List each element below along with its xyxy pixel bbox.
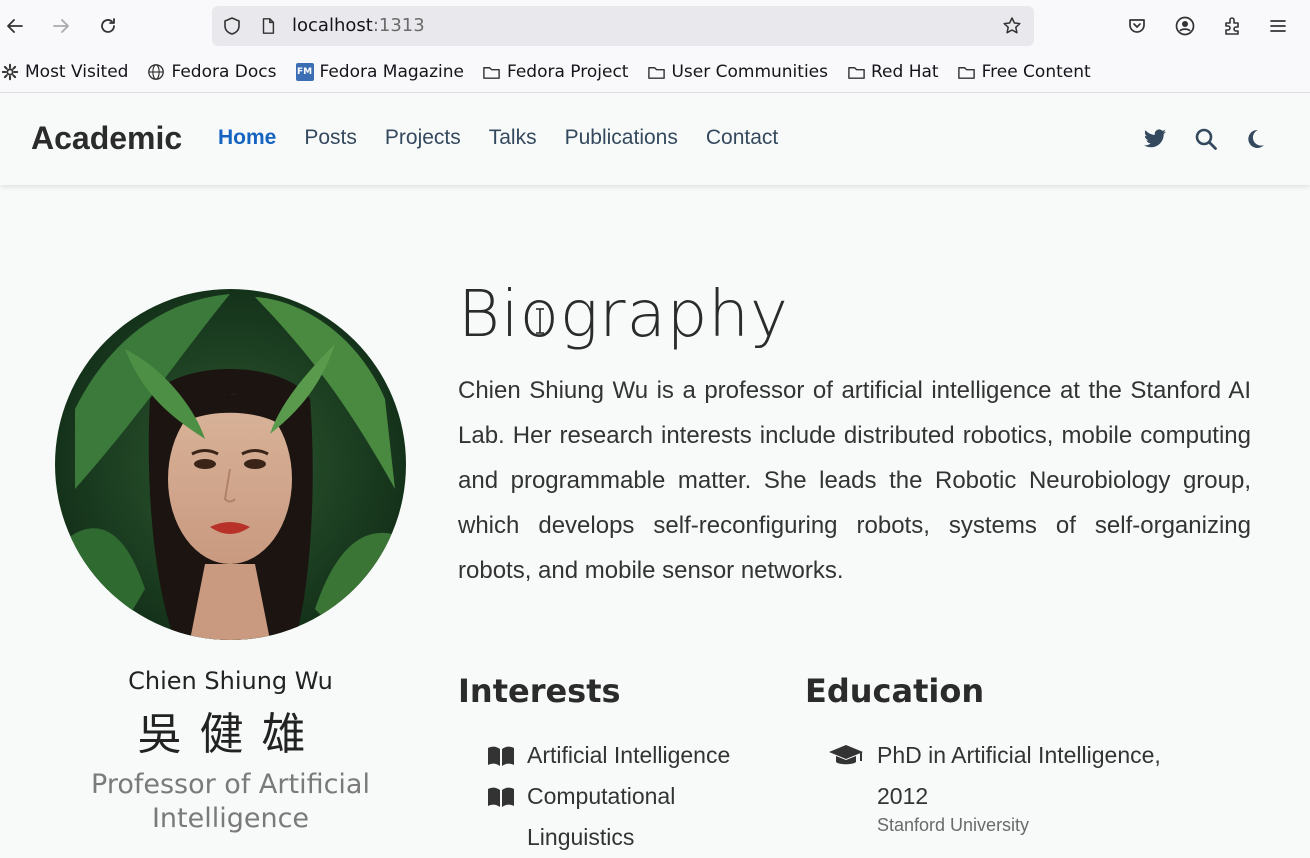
- account-button[interactable]: [1170, 11, 1200, 41]
- avatar: [55, 289, 406, 640]
- bookmark-label: Most Visited: [25, 62, 129, 82]
- biography-heading: Biography: [458, 278, 789, 352]
- bookmark-label: Fedora Docs: [171, 62, 277, 82]
- interests-list: Artificial Intelligence Computational Li…: [487, 735, 787, 858]
- search-button[interactable]: [1191, 124, 1221, 154]
- globe-icon: [146, 62, 166, 82]
- hamburger-icon: [1270, 20, 1286, 32]
- fm-badge: FM: [295, 63, 314, 81]
- reload-icon: [101, 18, 115, 33]
- education-course: PhD in Artificial Intelligence, 2012: [877, 742, 1161, 809]
- interests-heading: Interests: [458, 672, 621, 710]
- interest-item: Computational Linguistics: [487, 776, 787, 858]
- search-icon: [1195, 128, 1217, 150]
- folder-icon: [482, 62, 502, 82]
- bookmark-label: Free Content: [981, 62, 1091, 82]
- education-item: PhD in Artificial Intelligence, 2012 Sta…: [828, 735, 1228, 837]
- theme-toggle-button[interactable]: [1240, 124, 1270, 154]
- bookmark-label: Fedora Project: [506, 62, 629, 82]
- bookmark-red-hat[interactable]: Red Hat: [846, 62, 939, 82]
- education-list: PhD in Artificial Intelligence, 2012 Sta…: [828, 735, 1228, 837]
- reload-button[interactable]: [93, 11, 123, 41]
- bookmark-user-communities[interactable]: User Communities: [646, 62, 828, 82]
- nav-link-home[interactable]: Home: [218, 126, 276, 150]
- interest-label: Artificial Intelligence: [527, 742, 731, 768]
- profile-name: Chien Shiung Wu: [128, 667, 333, 695]
- biography-text: Chien Shiung Wu is a professor of artifi…: [458, 377, 1251, 584]
- site-navbar: Academic Home Posts Projects Talks Publi…: [0, 93, 1310, 185]
- url-text[interactable]: localhost:1313: [292, 16, 425, 36]
- nav-link-projects[interactable]: Projects: [385, 126, 461, 150]
- bookmark-label: Fedora Magazine: [319, 62, 464, 82]
- moon-icon: [1248, 129, 1264, 148]
- nav-link-publications[interactable]: Publications: [565, 126, 678, 150]
- bookmark-label: User Communities: [671, 62, 828, 82]
- text-cursor-icon: [536, 308, 544, 334]
- main-nav: Home Posts Projects Talks Publications C…: [218, 126, 806, 150]
- folder-icon: [957, 62, 977, 82]
- bookmark-label: Red Hat: [871, 62, 939, 82]
- bookmark-fedora-docs[interactable]: Fedora Docs: [146, 62, 277, 82]
- avatar-photo: [55, 289, 406, 640]
- nav-link-talks[interactable]: Talks: [489, 126, 537, 150]
- education-heading: Education: [805, 672, 985, 710]
- pocket-icon: [1129, 19, 1145, 33]
- account-icon: [1175, 16, 1195, 36]
- fedora-magazine-icon: FM: [295, 62, 315, 82]
- twitter-icon: [1144, 129, 1166, 148]
- browser-toolbar: localhost:1313: [0, 0, 1310, 52]
- bookmark-most-visited[interactable]: Most Visited: [0, 62, 128, 82]
- url-port: :1313: [372, 15, 425, 36]
- bookmark-fedora-magazine[interactable]: FM Fedora Magazine: [295, 62, 464, 82]
- menu-button[interactable]: [1263, 11, 1293, 41]
- book-icon: [487, 735, 517, 776]
- bookmarks-bar: Most Visited Fedora Docs FM Fedora Magaz…: [0, 52, 1310, 93]
- gear-icon: [0, 62, 20, 82]
- forward-button[interactable]: [46, 11, 76, 41]
- nav-link-contact[interactable]: Contact: [706, 126, 778, 150]
- twitter-button[interactable]: [1140, 124, 1170, 154]
- url-host: localhost: [292, 15, 373, 36]
- bookmark-free-content[interactable]: Free Content: [957, 62, 1091, 82]
- interest-label: Computational Linguistics: [527, 783, 676, 850]
- nav-link-posts[interactable]: Posts: [304, 126, 357, 150]
- profile-role: Professor of Artificial Intelligence: [91, 769, 370, 834]
- site-brand[interactable]: Academic: [31, 120, 182, 157]
- bookmark-star-icon[interactable]: [1002, 16, 1022, 36]
- profile-name-cjk: 吳健雄: [137, 709, 324, 760]
- bookmark-fedora-project[interactable]: Fedora Project: [482, 62, 628, 82]
- book-icon: [487, 776, 517, 817]
- arrow-left-icon: [7, 19, 23, 33]
- interest-item: Artificial Intelligence: [487, 735, 787, 776]
- education-institution: Stanford University: [877, 815, 1030, 835]
- arrow-right-icon: [53, 19, 69, 33]
- extensions-button[interactable]: [1217, 11, 1247, 41]
- folder-icon: [646, 62, 666, 82]
- back-button[interactable]: [0, 11, 30, 41]
- graduation-cap-icon: [828, 735, 864, 776]
- folder-icon: [846, 62, 866, 82]
- shield-icon[interactable]: [222, 16, 242, 36]
- page-icon[interactable]: [258, 16, 278, 36]
- puzzle-icon: [1225, 17, 1239, 35]
- url-bar[interactable]: localhost:1313: [212, 6, 1034, 46]
- pocket-button[interactable]: [1122, 11, 1152, 41]
